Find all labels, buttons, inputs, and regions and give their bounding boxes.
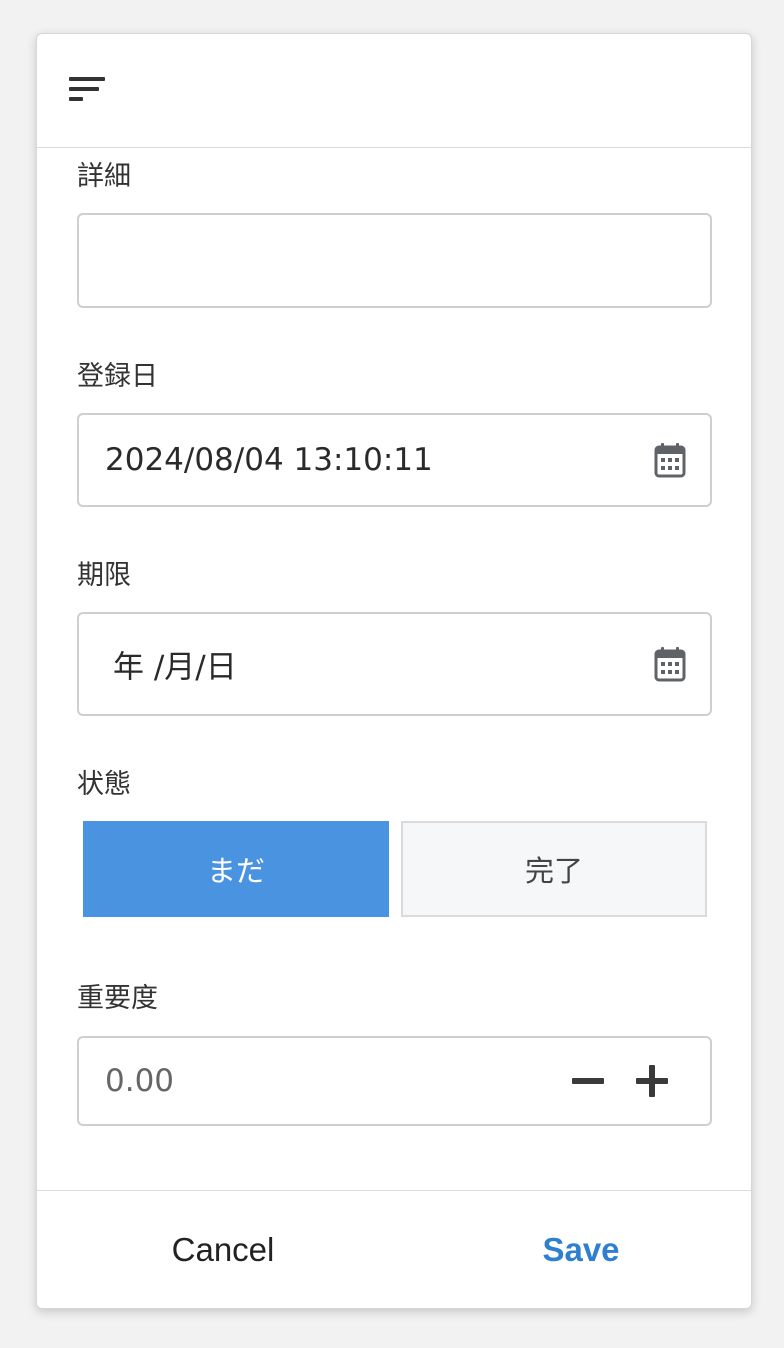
deadline-label: 期限: [77, 560, 131, 591]
details-label: 詳細: [77, 161, 131, 192]
save-button[interactable]: Save: [542, 1231, 619, 1269]
sort-lines-icon[interactable]: [69, 77, 107, 107]
details-input[interactable]: [77, 213, 712, 308]
priority-value: 0.00: [105, 1063, 175, 1099]
deadline-placeholder: 年 /月/日: [113, 649, 237, 686]
calendar-icon[interactable]: [654, 646, 686, 682]
priority-stepper[interactable]: 0.00: [77, 1036, 712, 1126]
cancel-button[interactable]: Cancel: [172, 1231, 275, 1269]
status-option-done[interactable]: 完了: [401, 821, 707, 917]
minus-icon[interactable]: [568, 1061, 608, 1101]
calendar-icon[interactable]: [654, 442, 686, 478]
registered-date-label: 登録日: [77, 361, 158, 392]
status-option-pending[interactable]: まだ: [83, 821, 389, 917]
status-label: 状態: [77, 769, 131, 800]
deadline-input[interactable]: 年 /月/日: [77, 612, 712, 716]
registered-date-value: 2024/08/04 13:10:11: [105, 442, 433, 478]
dialog-footer: Cancel Save: [37, 1190, 751, 1308]
registered-date-input[interactable]: 2024/08/04 13:10:11: [77, 413, 712, 507]
priority-label: 重要度: [77, 983, 158, 1014]
plus-icon[interactable]: [632, 1061, 672, 1101]
edit-dialog: 詳細 登録日 2024/08/04 13:10:11 期限 年 /月/日 状態 …: [36, 33, 752, 1309]
dialog-header: [37, 34, 751, 148]
